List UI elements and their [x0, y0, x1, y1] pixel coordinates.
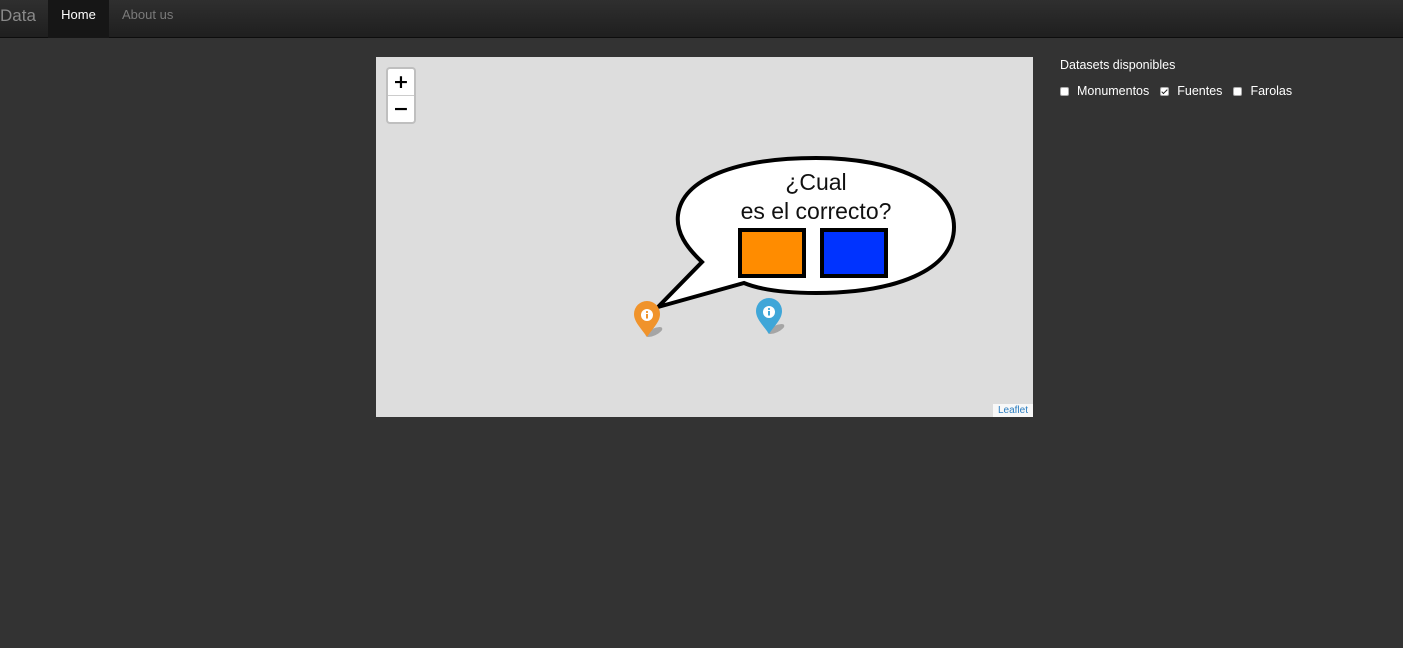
- datasets-title: Datasets disponibles: [1060, 58, 1176, 72]
- map-overlay: [634, 155, 957, 337]
- top-navbar: Data Home About us: [0, 0, 1403, 38]
- zoom-out-button[interactable]: −: [388, 95, 414, 122]
- checkbox-monumentos[interactable]: [1060, 86, 1069, 96]
- zoom-control: + −: [386, 67, 416, 124]
- bubble-line-2: es el correcto?: [740, 198, 892, 224]
- dataset-label-farolas: Farolas: [1250, 84, 1293, 98]
- bubble-line-1: ¿Cual: [785, 169, 847, 195]
- nav-home[interactable]: Home: [48, 0, 109, 38]
- zoom-in-button[interactable]: +: [388, 69, 414, 95]
- brand-logo[interactable]: Data: [0, 0, 36, 38]
- dataset-farolas[interactable]: Farolas: [1233, 84, 1292, 98]
- option-orange-box[interactable]: [738, 228, 806, 278]
- nav-about-us[interactable]: About us: [109, 0, 186, 38]
- datasets-checkbox-group: Monumentos Fuentes Farolas: [1060, 84, 1303, 98]
- option-blue-box[interactable]: [820, 228, 888, 278]
- map-marker-blue[interactable]: [756, 298, 786, 336]
- dataset-label-monumentos: Monumentos: [1077, 84, 1150, 98]
- datasets-panel: Datasets disponibles Monumentos Fuentes …: [1060, 58, 1303, 98]
- bubble-question: ¿Cual es el correcto?: [716, 168, 916, 226]
- leaflet-link[interactable]: Leaflet: [998, 405, 1028, 416]
- dataset-monumentos[interactable]: Monumentos: [1060, 84, 1149, 98]
- map-container[interactable]: ¿Cual es el correcto? + − Leaflet: [376, 57, 1033, 417]
- checkbox-farolas[interactable]: [1233, 86, 1243, 96]
- dataset-fuentes[interactable]: Fuentes: [1160, 84, 1222, 98]
- map-attribution: Leaflet: [992, 404, 1033, 417]
- checkbox-fuentes[interactable]: [1160, 86, 1170, 96]
- dataset-label-fuentes: Fuentes: [1177, 84, 1223, 98]
